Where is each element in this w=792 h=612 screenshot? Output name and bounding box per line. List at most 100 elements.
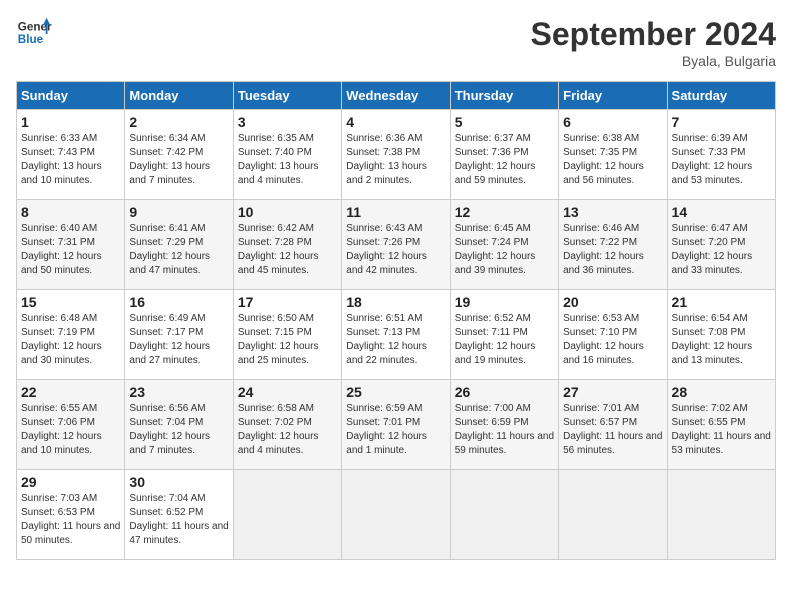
week-row-4: 29Sunrise: 7:03 AMSunset: 6:53 PMDayligh… bbox=[17, 470, 776, 560]
day-cell: 18 Sunrise: 6:51 AMSunset: 7:13 PMDayligh… bbox=[342, 290, 450, 380]
day-info: Sunrise: 7:02 AMSunset: 6:55 PMDaylight:… bbox=[672, 403, 771, 456]
month-title: September 2024 bbox=[531, 16, 776, 53]
day-info: Sunrise: 6:47 AMSunset: 7:20 PMDaylight:… bbox=[672, 223, 753, 276]
day-cell bbox=[450, 470, 558, 560]
day-cell: 12 Sunrise: 6:45 AMSunset: 7:24 PMDayligh… bbox=[450, 200, 558, 290]
day-info: Sunrise: 6:33 AMSunset: 7:43 PMDaylight:… bbox=[21, 133, 102, 186]
day-number: 14 bbox=[672, 204, 771, 220]
day-cell: 8 Sunrise: 6:40 AMSunset: 7:31 PMDaylight… bbox=[17, 200, 125, 290]
day-info: Sunrise: 6:46 AMSunset: 7:22 PMDaylight:… bbox=[563, 223, 644, 276]
day-cell: 28 Sunrise: 7:02 AMSunset: 6:55 PMDayligh… bbox=[667, 380, 775, 470]
day-number: 18 bbox=[346, 294, 445, 310]
week-row-2: 15 Sunrise: 6:48 AMSunset: 7:19 PMDayligh… bbox=[17, 290, 776, 380]
day-cell: 20 Sunrise: 6:53 AMSunset: 7:10 PMDayligh… bbox=[559, 290, 667, 380]
day-info: Sunrise: 6:48 AMSunset: 7:19 PMDaylight:… bbox=[21, 313, 102, 366]
week-row-1: 8 Sunrise: 6:40 AMSunset: 7:31 PMDaylight… bbox=[17, 200, 776, 290]
day-info: Sunrise: 7:01 AMSunset: 6:57 PMDaylight:… bbox=[563, 403, 662, 456]
day-info: Sunrise: 6:34 AMSunset: 7:42 PMDaylight:… bbox=[129, 133, 210, 186]
day-number: 6 bbox=[563, 114, 662, 130]
day-info: Sunrise: 6:53 AMSunset: 7:10 PMDaylight:… bbox=[563, 313, 644, 366]
header-cell-friday: Friday bbox=[559, 82, 667, 110]
title-block: September 2024 Byala, Bulgaria bbox=[531, 16, 776, 69]
calendar-table: SundayMondayTuesdayWednesdayThursdayFrid… bbox=[16, 81, 776, 560]
day-cell bbox=[559, 470, 667, 560]
day-number: 28 bbox=[672, 384, 771, 400]
day-number: 23 bbox=[129, 384, 228, 400]
location: Byala, Bulgaria bbox=[531, 53, 776, 69]
day-info: Sunrise: 6:58 AMSunset: 7:02 PMDaylight:… bbox=[238, 403, 319, 456]
day-cell: 1 Sunrise: 6:33 AMSunset: 7:43 PMDaylight… bbox=[17, 110, 125, 200]
day-number: 11 bbox=[346, 204, 445, 220]
day-cell: 26 Sunrise: 7:00 AMSunset: 6:59 PMDayligh… bbox=[450, 380, 558, 470]
day-number: 9 bbox=[129, 204, 228, 220]
day-number: 20 bbox=[563, 294, 662, 310]
day-number: 24 bbox=[238, 384, 337, 400]
day-info: Sunrise: 6:40 AMSunset: 7:31 PMDaylight:… bbox=[21, 223, 102, 276]
day-number: 10 bbox=[238, 204, 337, 220]
day-info: Sunrise: 6:59 AMSunset: 7:01 PMDaylight:… bbox=[346, 403, 427, 456]
header-row: SundayMondayTuesdayWednesdayThursdayFrid… bbox=[17, 82, 776, 110]
day-cell: 22Sunrise: 6:55 AMSunset: 7:06 PMDayligh… bbox=[17, 380, 125, 470]
day-info: Sunrise: 6:36 AMSunset: 7:38 PMDaylight:… bbox=[346, 133, 427, 186]
day-number: 1 bbox=[21, 114, 120, 130]
day-cell: 27Sunrise: 7:01 AMSunset: 6:57 PMDayligh… bbox=[559, 380, 667, 470]
day-cell: 13 Sunrise: 6:46 AMSunset: 7:22 PMDayligh… bbox=[559, 200, 667, 290]
day-cell: 7 Sunrise: 6:39 AMSunset: 7:33 PMDaylight… bbox=[667, 110, 775, 200]
day-number: 19 bbox=[455, 294, 554, 310]
day-number: 3 bbox=[238, 114, 337, 130]
week-row-3: 22Sunrise: 6:55 AMSunset: 7:06 PMDayligh… bbox=[17, 380, 776, 470]
day-info: Sunrise: 7:03 AMSunset: 6:53 PMDaylight:… bbox=[21, 493, 120, 546]
day-number: 30 bbox=[129, 474, 228, 490]
day-number: 12 bbox=[455, 204, 554, 220]
day-info: Sunrise: 6:50 AMSunset: 7:15 PMDaylight:… bbox=[238, 313, 319, 366]
day-number: 2 bbox=[129, 114, 228, 130]
day-number: 15 bbox=[21, 294, 120, 310]
day-cell: 25Sunrise: 6:59 AMSunset: 7:01 PMDayligh… bbox=[342, 380, 450, 470]
day-info: Sunrise: 6:51 AMSunset: 7:13 PMDaylight:… bbox=[346, 313, 427, 366]
day-cell: 4Sunrise: 6:36 AMSunset: 7:38 PMDaylight… bbox=[342, 110, 450, 200]
header-cell-saturday: Saturday bbox=[667, 82, 775, 110]
day-number: 7 bbox=[672, 114, 771, 130]
logo: General Blue bbox=[16, 16, 56, 52]
header-cell-sunday: Sunday bbox=[17, 82, 125, 110]
day-info: Sunrise: 7:00 AMSunset: 6:59 PMDaylight:… bbox=[455, 403, 554, 456]
header-cell-monday: Monday bbox=[125, 82, 233, 110]
day-number: 8 bbox=[21, 204, 120, 220]
week-row-0: 1 Sunrise: 6:33 AMSunset: 7:43 PMDaylight… bbox=[17, 110, 776, 200]
day-cell: 10 Sunrise: 6:42 AMSunset: 7:28 PMDayligh… bbox=[233, 200, 341, 290]
day-number: 17 bbox=[238, 294, 337, 310]
day-number: 13 bbox=[563, 204, 662, 220]
day-info: Sunrise: 6:39 AMSunset: 7:33 PMDaylight:… bbox=[672, 133, 753, 186]
day-cell bbox=[667, 470, 775, 560]
day-cell: 21Sunrise: 6:54 AMSunset: 7:08 PMDayligh… bbox=[667, 290, 775, 380]
day-info: Sunrise: 6:37 AMSunset: 7:36 PMDaylight:… bbox=[455, 133, 536, 186]
day-info: Sunrise: 6:55 AMSunset: 7:06 PMDaylight:… bbox=[21, 403, 102, 456]
day-cell: 24 Sunrise: 6:58 AMSunset: 7:02 PMDayligh… bbox=[233, 380, 341, 470]
day-info: Sunrise: 6:56 AMSunset: 7:04 PMDaylight:… bbox=[129, 403, 210, 456]
day-cell: 15 Sunrise: 6:48 AMSunset: 7:19 PMDayligh… bbox=[17, 290, 125, 380]
day-info: Sunrise: 6:43 AMSunset: 7:26 PMDaylight:… bbox=[346, 223, 427, 276]
day-cell: 16 Sunrise: 6:49 AMSunset: 7:17 PMDayligh… bbox=[125, 290, 233, 380]
day-number: 5 bbox=[455, 114, 554, 130]
day-cell: 23 Sunrise: 6:56 AMSunset: 7:04 PMDayligh… bbox=[125, 380, 233, 470]
header-cell-wednesday: Wednesday bbox=[342, 82, 450, 110]
header-cell-tuesday: Tuesday bbox=[233, 82, 341, 110]
day-cell: 6Sunrise: 6:38 AMSunset: 7:35 PMDaylight… bbox=[559, 110, 667, 200]
day-info: Sunrise: 6:54 AMSunset: 7:08 PMDaylight:… bbox=[672, 313, 753, 366]
day-number: 16 bbox=[129, 294, 228, 310]
day-info: Sunrise: 6:52 AMSunset: 7:11 PMDaylight:… bbox=[455, 313, 536, 366]
day-cell: 9Sunrise: 6:41 AMSunset: 7:29 PMDaylight… bbox=[125, 200, 233, 290]
day-cell: 14 Sunrise: 6:47 AMSunset: 7:20 PMDayligh… bbox=[667, 200, 775, 290]
page-header: General Blue September 2024 Byala, Bulga… bbox=[16, 16, 776, 69]
day-cell bbox=[342, 470, 450, 560]
logo-icon: General Blue bbox=[16, 16, 52, 52]
day-info: Sunrise: 6:45 AMSunset: 7:24 PMDaylight:… bbox=[455, 223, 536, 276]
day-info: Sunrise: 6:35 AMSunset: 7:40 PMDaylight:… bbox=[238, 133, 319, 186]
day-info: Sunrise: 6:49 AMSunset: 7:17 PMDaylight:… bbox=[129, 313, 210, 366]
svg-text:Blue: Blue bbox=[18, 33, 44, 46]
day-info: Sunrise: 6:42 AMSunset: 7:28 PMDaylight:… bbox=[238, 223, 319, 276]
day-info: Sunrise: 7:04 AMSunset: 6:52 PMDaylight:… bbox=[129, 493, 228, 546]
day-cell: 29Sunrise: 7:03 AMSunset: 6:53 PMDayligh… bbox=[17, 470, 125, 560]
day-number: 26 bbox=[455, 384, 554, 400]
day-cell: 17 Sunrise: 6:50 AMSunset: 7:15 PMDayligh… bbox=[233, 290, 341, 380]
